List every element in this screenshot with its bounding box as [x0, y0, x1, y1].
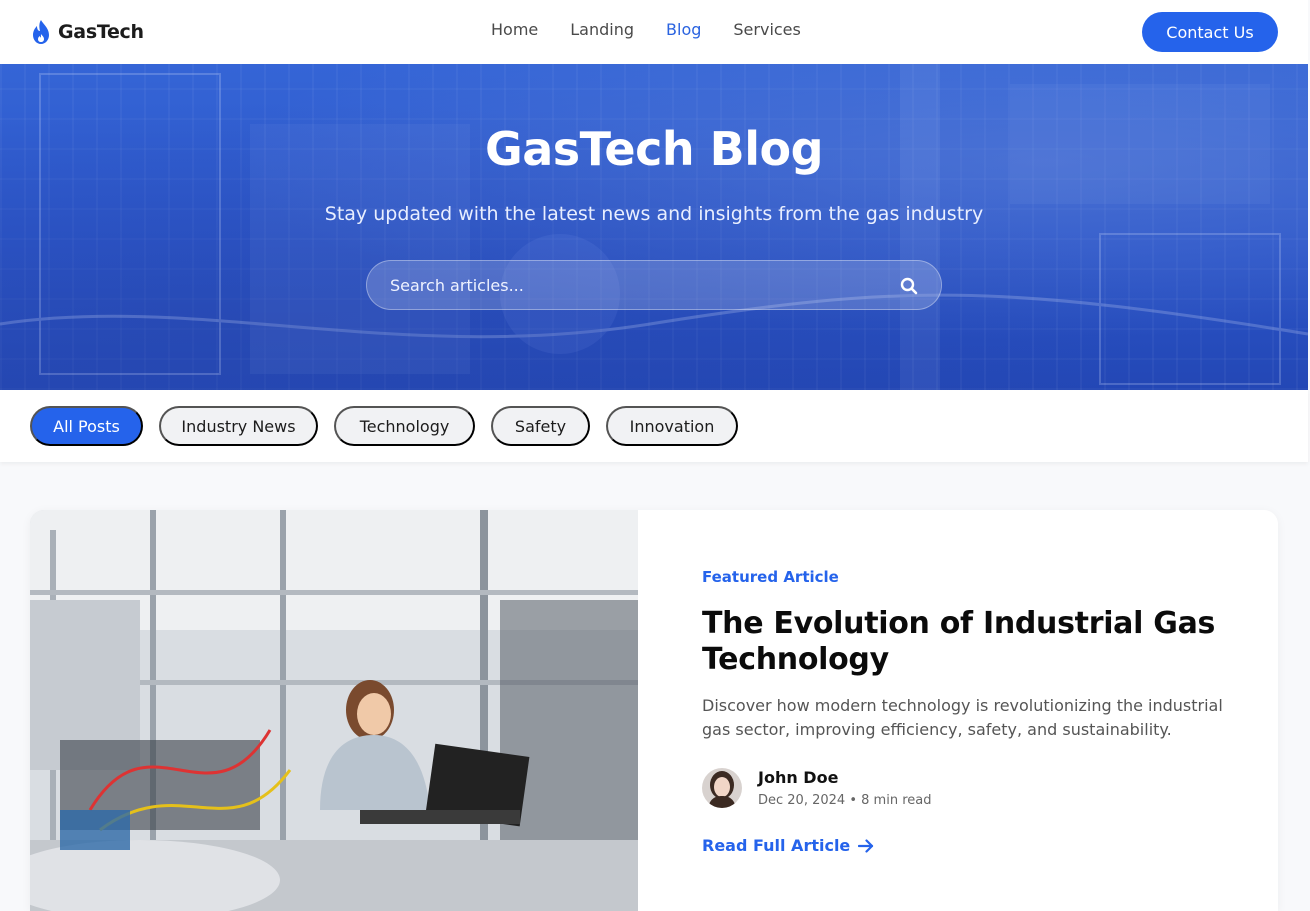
page-title: GasTech Blog [484, 122, 824, 176]
filter-technology[interactable]: Technology [334, 406, 475, 446]
brand-logo[interactable]: GasTech [30, 19, 144, 45]
featured-label: Featured Article [702, 568, 839, 586]
search-input[interactable] [367, 275, 867, 295]
article-meta: Dec 20, 2024 • 8 min read [758, 793, 931, 808]
author-name: John Doe [758, 768, 839, 787]
main-nav: Home Landing Blog Services [491, 20, 801, 39]
nav-item-landing[interactable]: Landing [570, 20, 634, 39]
flame-icon [33, 20, 49, 44]
article-title[interactable]: The Evolution of Industrial Gas Technolo… [702, 606, 1222, 678]
article-date: Dec 20, 2024 [758, 793, 846, 808]
filter-innovation[interactable]: Innovation [606, 406, 738, 446]
category-filter-bar: All Posts Industry News Technology Safet… [0, 390, 1308, 462]
search-icon[interactable] [899, 276, 919, 296]
brand-name: GasTech [58, 21, 144, 43]
featured-article-image [30, 510, 638, 911]
read-link-label: Read Full Article [702, 836, 851, 855]
filter-all-posts[interactable]: All Posts [30, 406, 143, 446]
filter-industry-news[interactable]: Industry News [159, 406, 318, 446]
avatar [702, 768, 742, 808]
nav-item-blog[interactable]: Blog [666, 20, 701, 39]
featured-article-card[interactable]: Featured Article The Evolution of Indust… [30, 510, 1278, 911]
read-full-article-link[interactable]: Read Full Article [702, 836, 874, 855]
arrow-right-icon [858, 838, 874, 853]
meta-separator: • [849, 793, 862, 808]
top-navigation-bar: GasTech Home Landing Blog Services Conta… [0, 0, 1308, 64]
read-time: 8 min read [861, 793, 932, 808]
search-bar [366, 260, 942, 310]
nav-item-services[interactable]: Services [733, 20, 800, 39]
article-description: Discover how modern technology is revolu… [702, 696, 1223, 739]
page-subtitle: Stay updated with the latest news and in… [324, 203, 984, 225]
nav-item-home[interactable]: Home [491, 20, 538, 39]
contact-us-button[interactable]: Contact Us [1142, 12, 1278, 52]
hero-banner: GasTech Blog Stay updated with the lates… [0, 64, 1308, 390]
hero-background-image [0, 64, 1308, 390]
filter-safety[interactable]: Safety [491, 406, 590, 446]
